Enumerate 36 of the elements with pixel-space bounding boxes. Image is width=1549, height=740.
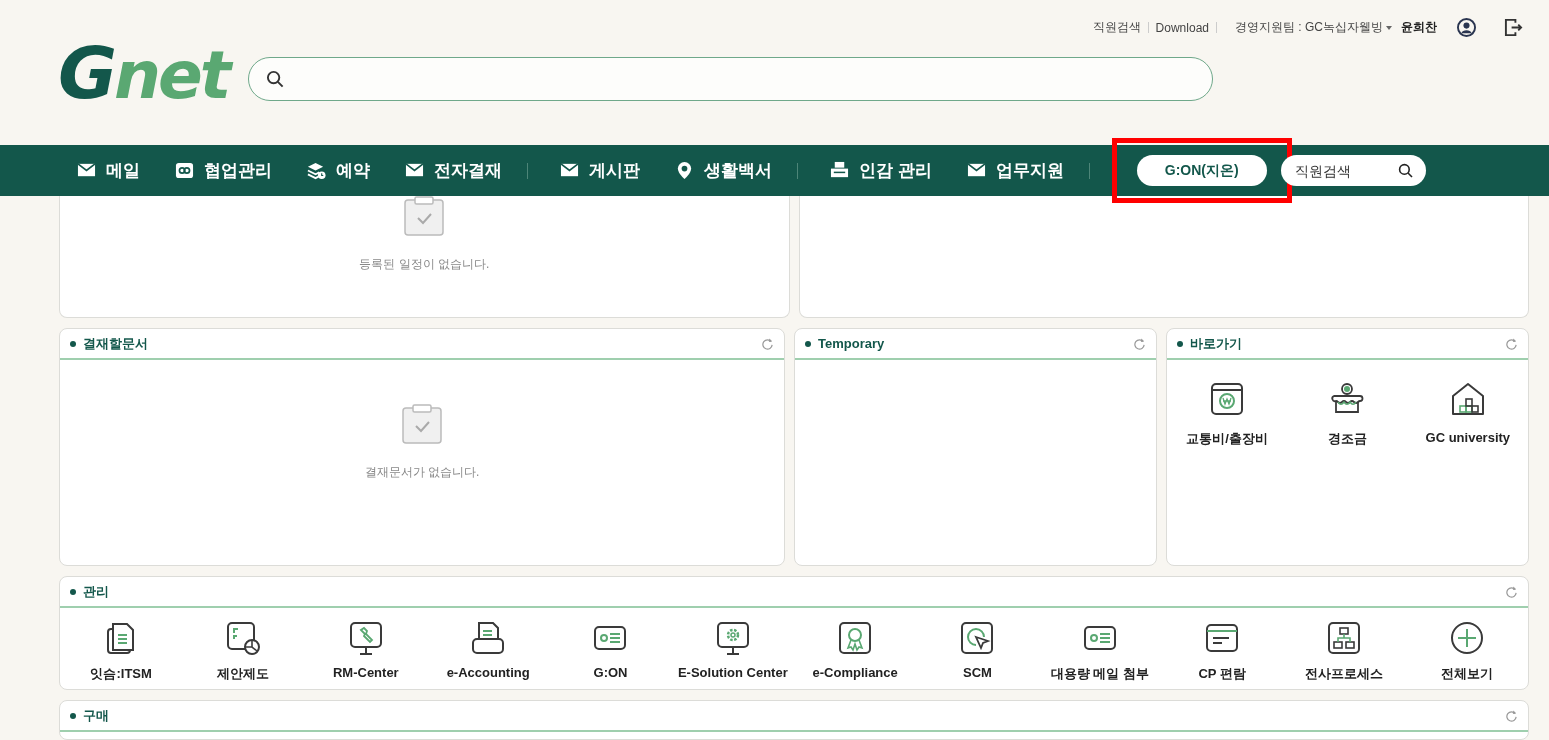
panel-title: 결재할문서 bbox=[83, 334, 149, 353]
nav-menu-item[interactable]: 게시판 bbox=[560, 159, 640, 182]
panel-title: 구매 bbox=[83, 706, 110, 725]
app-shortcut[interactable]: 잇슴:ITSM bbox=[60, 621, 183, 683]
app-shortcut[interactable]: 제안제도 bbox=[182, 621, 305, 683]
panel-title: Temporary bbox=[818, 336, 886, 351]
nav-menu-item[interactable]: 협업관리 bbox=[175, 159, 272, 182]
nav-menu-item[interactable]: 메일 bbox=[77, 159, 140, 182]
nav-menu-item[interactable]: 예약 bbox=[307, 159, 370, 182]
nav-menu-item[interactable]: 인감 관리 bbox=[830, 159, 932, 182]
app-shortcut[interactable]: SCM bbox=[916, 621, 1039, 683]
app-shortcut[interactable]: E-Solution Center bbox=[671, 621, 794, 683]
app-shortcut[interactable]: e-Compliance bbox=[794, 621, 917, 683]
app-shortcut[interactable]: G:ON bbox=[549, 621, 672, 683]
app-shortcut[interactable]: 전사프로세스 bbox=[1283, 621, 1406, 683]
app-shortcut[interactable]: 전체보기 bbox=[1405, 621, 1528, 683]
app-shortcut[interactable]: RM-Center bbox=[304, 621, 427, 683]
user-name[interactable]: 윤희찬 bbox=[1401, 19, 1437, 36]
header-link[interactable]: 직원검색 bbox=[1092, 19, 1141, 36]
panel-title: 바로가기 bbox=[1190, 334, 1243, 353]
nav-menu-item[interactable]: 전자결재 bbox=[405, 159, 502, 182]
gon-button[interactable]: G:ON(지온) bbox=[1136, 155, 1267, 186]
empty-message: 등록된 일정이 없습니다. bbox=[359, 256, 490, 273]
shortcut-link[interactable]: GC university bbox=[1412, 382, 1523, 448]
panel-title: 관리 bbox=[83, 582, 110, 601]
shortcut-link[interactable]: 경조금 bbox=[1292, 382, 1403, 448]
organization-dropdown[interactable]: 경영지원팀 : GC녹십자웰빙 bbox=[1235, 19, 1392, 36]
employee-search-field[interactable]: 직원검색 bbox=[1280, 155, 1426, 186]
empty-message: 결재문서가 없습니다. bbox=[364, 464, 480, 481]
shortcut-link[interactable]: 교통비/출장비 bbox=[1172, 382, 1283, 448]
app-shortcut[interactable]: e-Accounting bbox=[427, 621, 550, 683]
nav-menu-item[interactable]: 생활백서 bbox=[675, 159, 772, 182]
header-link[interactable]: Download bbox=[1155, 20, 1209, 35]
nav-menu-item[interactable]: 업무지원 bbox=[966, 159, 1064, 182]
app-shortcut[interactable]: CP 편람 bbox=[1161, 621, 1284, 683]
app-shortcut[interactable]: 대용량 메일 첨부 bbox=[1038, 621, 1161, 683]
